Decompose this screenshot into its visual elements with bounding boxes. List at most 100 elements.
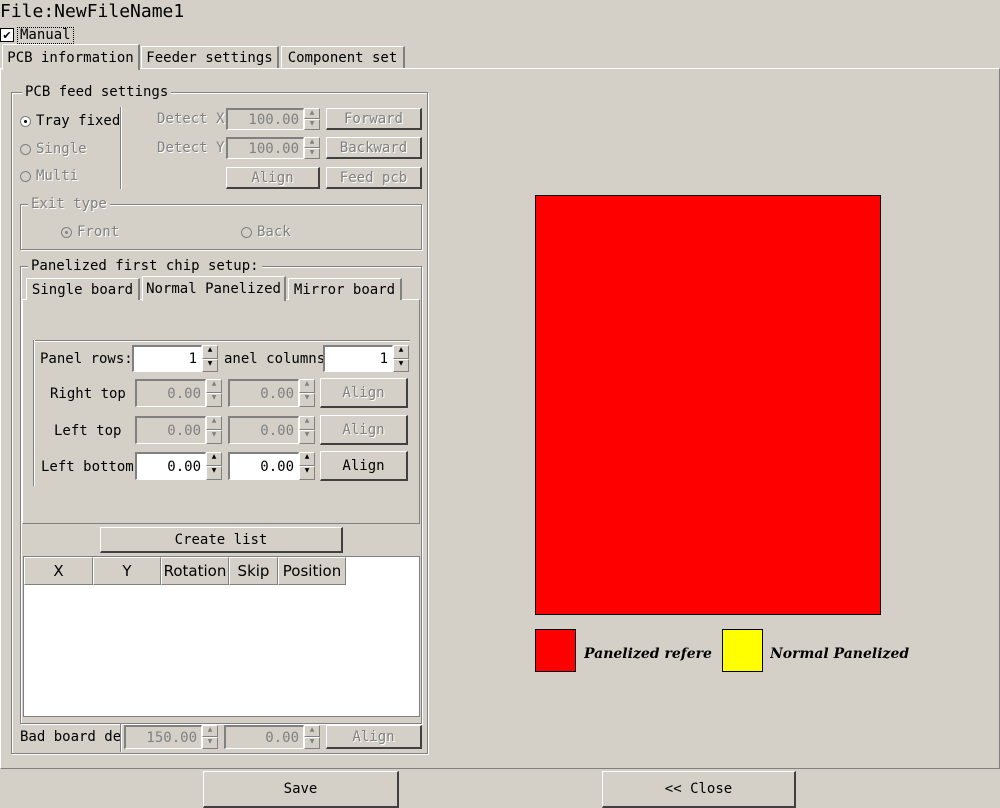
detect-x-spinner[interactable]: 100.00 ▲ ▼ — [226, 108, 320, 130]
spin-down-icon[interactable]: ▼ — [304, 737, 320, 749]
radio-front-label: Front — [77, 224, 120, 240]
pcb-preview — [535, 195, 881, 615]
panel-rows-spinner[interactable]: 1 ▲ ▼ — [132, 345, 218, 372]
bad-board-x-spinner[interactable]: 150.00 ▲ ▼ — [124, 725, 218, 749]
bad-board-align-button[interactable]: Align — [326, 725, 422, 749]
radio-selected-icon — [61, 226, 72, 238]
spin-up-icon[interactable]: ▲ — [299, 416, 315, 430]
column-header-y[interactable]: Y — [93, 557, 161, 585]
left-top-y-spinner[interactable]: 0.00 ▲ ▼ — [228, 416, 315, 444]
spin-down-icon[interactable]: ▼ — [202, 358, 218, 372]
column-header-x[interactable]: X — [24, 557, 93, 585]
legend-label-normal-panelized: Normal Panelized — [770, 646, 910, 662]
radio-tray-fixed[interactable]: Tray fixed — [20, 112, 120, 130]
check-icon[interactable]: ✔ — [0, 28, 14, 42]
spin-up-icon[interactable]: ▲ — [299, 452, 315, 466]
spin-down-icon[interactable]: ▼ — [299, 393, 315, 407]
spin-down-icon[interactable]: ▼ — [393, 358, 409, 372]
right-top-y-value[interactable]: 0.00 — [228, 379, 299, 407]
spin-up-icon[interactable]: ▲ — [393, 345, 409, 359]
detect-y-value[interactable]: 100.00 — [226, 137, 304, 159]
create-list-button[interactable]: Create list — [100, 527, 343, 553]
manual-label: Manual — [17, 26, 74, 44]
radio-icon — [20, 170, 31, 182]
column-header-rotation[interactable]: Rotation — [161, 557, 229, 585]
spin-up-icon[interactable]: ▲ — [299, 379, 315, 393]
right-top-label: Right top — [50, 386, 126, 402]
subtab-pane-normal-panelized — [22, 299, 420, 524]
left-bottom-x-spinner[interactable]: 0.00 ▲ ▼ — [135, 452, 222, 480]
left-top-x-value[interactable]: 0.00 — [135, 416, 206, 444]
column-header-position[interactable]: Position — [278, 557, 346, 585]
right-top-y-spinner[interactable]: 0.00 ▲ ▼ — [228, 379, 315, 407]
spin-up-icon[interactable]: ▲ — [304, 725, 320, 737]
left-bottom-y-value[interactable]: 0.00 — [228, 452, 299, 480]
right-top-align-button[interactable]: Align — [320, 378, 408, 408]
radio-back-label: Back — [257, 224, 291, 240]
left-top-align-button[interactable]: Align — [320, 415, 408, 445]
right-top-x-value[interactable]: 0.00 — [135, 379, 206, 407]
radio-single[interactable]: Single — [20, 140, 87, 158]
subtab-mirror-board[interactable]: Mirror board — [288, 278, 402, 300]
forward-button[interactable]: Forward — [326, 108, 422, 130]
left-top-y-value[interactable]: 0.00 — [228, 416, 299, 444]
right-top-x-spinner[interactable]: 0.00 ▲ ▼ — [135, 379, 222, 407]
radio-multi-label: Multi — [36, 168, 79, 184]
detect-y-spinner[interactable]: 100.00 ▲ ▼ — [226, 137, 320, 159]
radio-front[interactable]: Front — [61, 223, 119, 241]
left-bottom-x-value[interactable]: 0.00 — [135, 452, 206, 480]
spin-down-icon[interactable]: ▼ — [206, 430, 222, 444]
exit-type-title: Exit type — [28, 196, 110, 212]
spin-down-icon[interactable]: ▼ — [202, 737, 218, 749]
vertical-divider — [120, 107, 122, 189]
legend-label-panelized-reference: Panelized refere — [584, 646, 712, 662]
spin-up-icon[interactable]: ▲ — [206, 379, 222, 393]
bad-board-y-value[interactable]: 0.00 — [224, 725, 304, 749]
tab-feeder-settings[interactable]: Feeder settings — [141, 46, 279, 68]
panel-columns-value[interactable]: 1 — [323, 345, 393, 372]
spin-down-icon[interactable]: ▼ — [299, 466, 315, 480]
bad-board-y-spinner[interactable]: 0.00 ▲ ▼ — [224, 725, 320, 749]
panel-columns-spinner[interactable]: 1 ▲ ▼ — [323, 345, 409, 372]
spin-down-icon[interactable]: ▼ — [299, 430, 315, 444]
spin-up-icon[interactable]: ▲ — [202, 725, 218, 737]
subtab-normal-panelized[interactable]: Normal Panelized — [142, 276, 286, 301]
spin-down-icon[interactable]: ▼ — [206, 466, 222, 480]
close-button[interactable]: << Close — [602, 771, 796, 808]
radio-back[interactable]: Back — [241, 223, 291, 241]
subtab-single-board[interactable]: Single board — [26, 278, 140, 300]
spin-down-icon[interactable]: ▼ — [304, 148, 320, 159]
radio-single-label: Single — [36, 141, 87, 157]
spin-up-icon[interactable]: ▲ — [206, 416, 222, 430]
spin-up-icon[interactable]: ▲ — [206, 452, 222, 466]
coordinate-list[interactable]: X Y Rotation Skip Position — [23, 556, 420, 717]
left-bottom-y-spinner[interactable]: 0.00 ▲ ▼ — [228, 452, 315, 480]
column-header-skip[interactable]: Skip — [229, 557, 278, 585]
radio-selected-icon — [20, 115, 31, 127]
tab-component-set[interactable]: Component set — [281, 46, 405, 68]
manual-checkbox[interactable]: ✔ Manual — [0, 26, 74, 44]
left-top-x-spinner[interactable]: 0.00 ▲ ▼ — [135, 416, 222, 444]
spin-down-icon[interactable]: ▼ — [206, 393, 222, 407]
legend-swatch-normal-panelized — [722, 629, 763, 672]
align-button[interactable]: Align — [226, 167, 320, 189]
save-button[interactable]: Save — [203, 771, 399, 808]
backward-button[interactable]: Backward — [326, 137, 422, 159]
legend-swatch-panelized-reference — [535, 629, 576, 672]
spin-down-icon[interactable]: ▼ — [304, 119, 320, 130]
left-top-label: Left top — [54, 423, 122, 439]
detect-x-value[interactable]: 100.00 — [226, 108, 304, 130]
spin-up-icon[interactable]: ▲ — [304, 108, 320, 119]
pcb-feed-settings-title: PCB feed settings — [22, 84, 172, 100]
detect-x-label: Detect X — [157, 111, 225, 127]
spin-up-icon[interactable]: ▲ — [202, 345, 218, 359]
left-bottom-align-button[interactable]: Align — [320, 451, 408, 481]
vertical-divider — [120, 724, 122, 752]
feed-pcb-button[interactable]: Feed pcb — [326, 167, 422, 189]
tab-pcb-information[interactable]: PCB information — [2, 44, 140, 70]
panel-rows-value[interactable]: 1 — [132, 345, 202, 372]
bad-board-x-value[interactable]: 150.00 — [124, 725, 202, 749]
spin-up-icon[interactable]: ▲ — [304, 137, 320, 148]
radio-multi[interactable]: Multi — [20, 167, 78, 185]
panel-columns-label: anel columns — [224, 351, 326, 367]
